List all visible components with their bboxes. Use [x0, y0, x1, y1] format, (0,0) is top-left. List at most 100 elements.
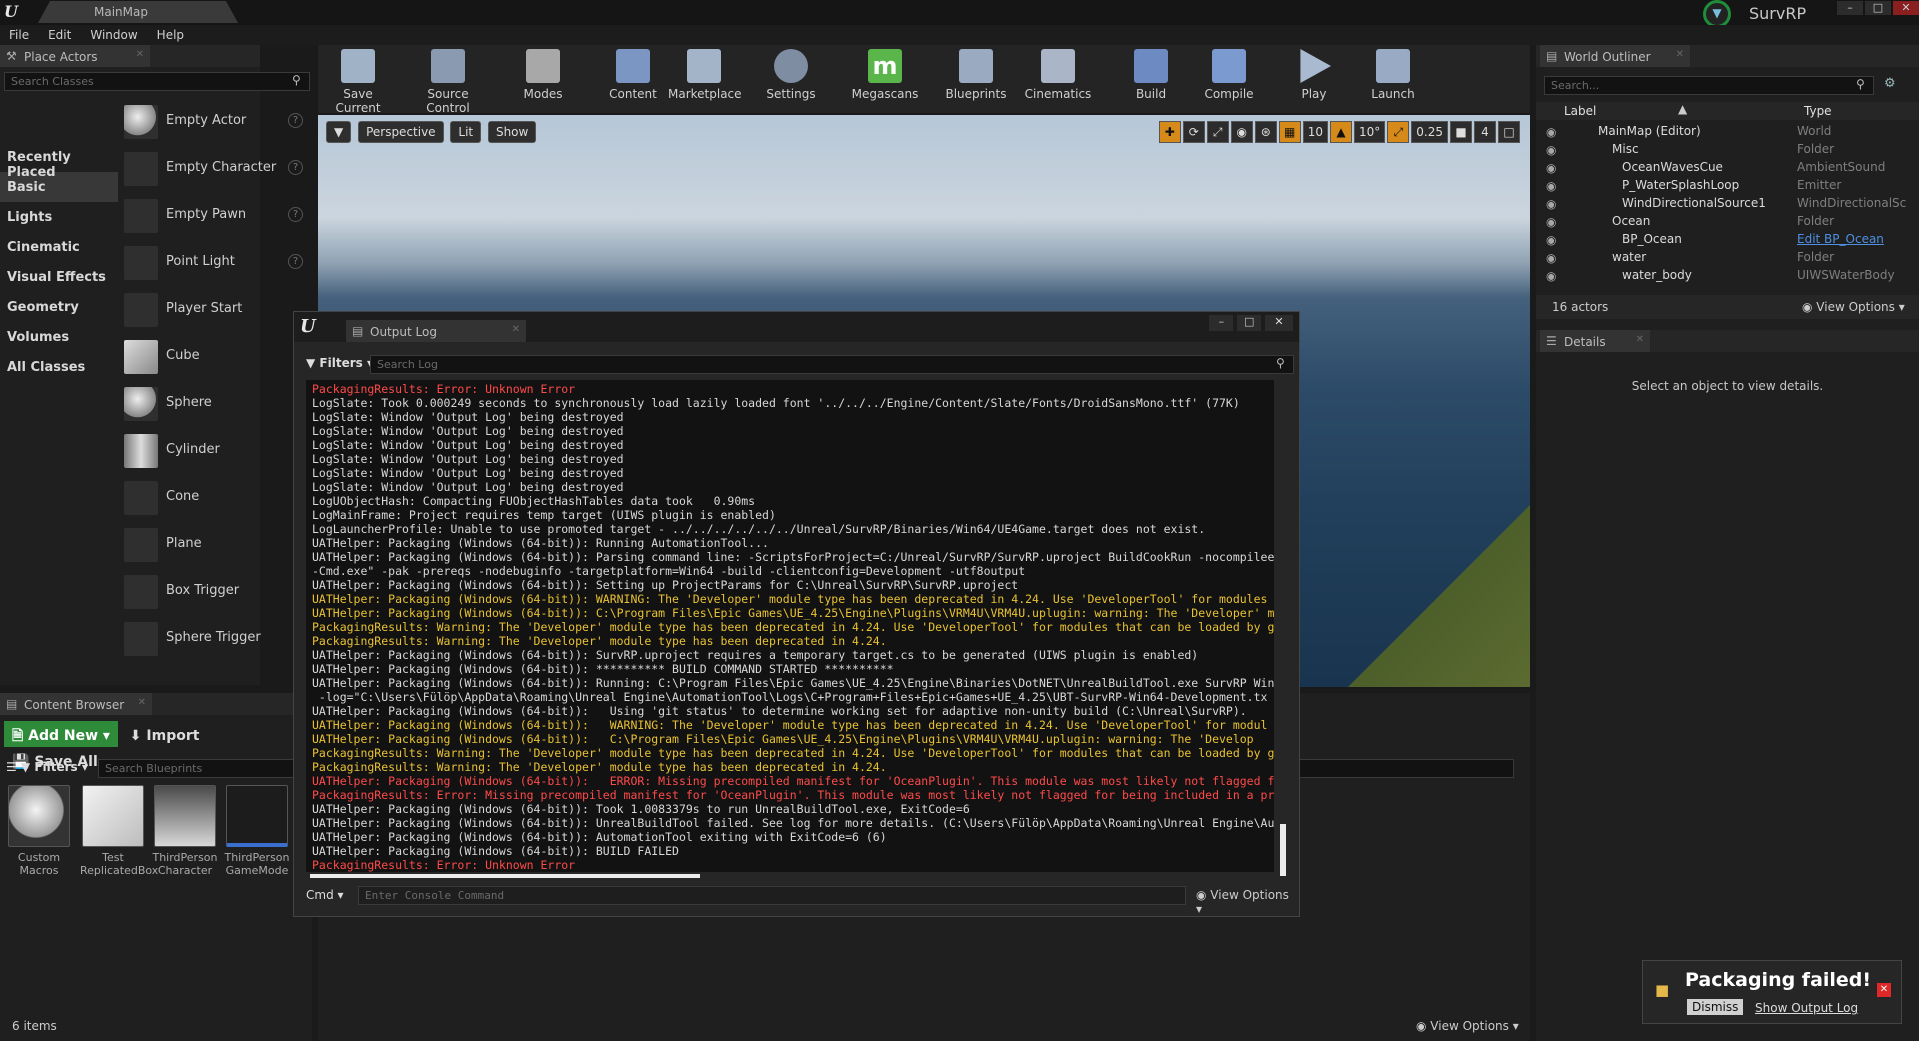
content-browser-tab[interactable]: ▤ Content Browser ✕ — [0, 693, 152, 715]
content-button[interactable]: Content — [608, 49, 658, 101]
rotation-snap-icon[interactable]: ▲ — [1330, 121, 1352, 143]
category-volumes[interactable]: Volumes — [0, 322, 118, 352]
actor-empty-actor[interactable]: Empty Actor? — [122, 101, 312, 145]
outliner-row[interactable]: ◉ BP_Ocean Edit BP_Ocean — [1536, 230, 1919, 248]
build-button[interactable]: Build — [1128, 49, 1174, 101]
place-actors-tab[interactable]: ⚒ Place Actors ✕ — [0, 45, 150, 67]
outliner-row[interactable]: ◉ water Folder — [1536, 248, 1919, 266]
actor-player-start[interactable]: Player Start — [122, 289, 312, 333]
blueprints-button[interactable]: Blueprints — [944, 49, 1008, 101]
show-output-log-link[interactable]: Show Output Log — [1755, 1001, 1858, 1015]
maximize-icon[interactable]: □ — [1865, 1, 1891, 15]
actor-point-light[interactable]: Point Light? — [122, 242, 312, 286]
search-classes-input[interactable]: Search Classes — [4, 72, 310, 91]
outliner-row[interactable]: ◉ OceanWavesCue AmbientSound — [1536, 158, 1919, 176]
world-outliner-tab[interactable]: ▤ World Outliner ✕ — [1540, 45, 1690, 67]
outliner-row[interactable]: ◉ P_WaterSplashLoop Emitter — [1536, 176, 1919, 194]
log-view-options[interactable]: ◉ View Options ▾ — [1196, 888, 1296, 916]
actor-empty-character[interactable]: Empty Character? — [122, 148, 312, 192]
outliner-row[interactable]: ◉ MainMap (Editor) World — [1536, 122, 1919, 140]
category-cinematic[interactable]: Cinematic — [0, 232, 118, 262]
tab-close-icon[interactable]: ✕ — [1676, 49, 1684, 60]
cinematics-button[interactable]: Cinematics — [1022, 49, 1094, 101]
outliner-row[interactable]: ◉ Ocean Folder — [1536, 212, 1919, 230]
help-icon[interactable]: ? — [288, 160, 303, 175]
log-horizontal-scrollbar[interactable] — [310, 874, 700, 878]
edit-bp-ocean-link[interactable]: Edit BP_Ocean — [1797, 232, 1884, 246]
actor-cone[interactable]: Cone — [122, 477, 312, 521]
show-button[interactable]: Show — [487, 121, 537, 143]
actor-plane[interactable]: Plane — [122, 524, 312, 568]
camera-speed-value[interactable]: 4 — [1474, 121, 1496, 143]
visibility-eye-icon[interactable]: ◉ — [1546, 197, 1556, 211]
tab-close-icon[interactable]: ✕ — [138, 697, 146, 708]
play-button[interactable]: Play — [1294, 49, 1334, 101]
category-visual-effects[interactable]: Visual Effects — [0, 262, 118, 292]
tab-close-icon[interactable]: ✕ — [512, 324, 520, 335]
outliner-row[interactable]: ◉ WindDirectionalSource1 WindDirectionalSc — [1536, 194, 1919, 212]
lit-button[interactable]: Lit — [450, 121, 482, 143]
category-lights[interactable]: Lights — [0, 202, 118, 232]
category-recently-placed[interactable]: Recently Placed — [0, 142, 118, 180]
map-tab[interactable]: MainMap — [38, 1, 238, 23]
save-current-button[interactable]: Save Current — [326, 49, 390, 115]
visibility-eye-icon[interactable]: ◉ — [1546, 125, 1556, 139]
rotation-snap-value[interactable]: 10° — [1354, 121, 1386, 143]
category-geometry[interactable]: Geometry — [0, 292, 118, 322]
add-new-button[interactable]: 🗎 Add New ▾ — [4, 721, 118, 747]
log-scrollbar[interactable] — [1280, 824, 1286, 876]
actor-cube[interactable]: Cube — [122, 336, 312, 380]
details-tab[interactable]: ☰ Details ✕ — [1540, 330, 1650, 352]
help-icon[interactable]: ? — [288, 207, 303, 222]
close-icon[interactable]: ✕ — [1893, 1, 1919, 15]
viewport-options-button[interactable]: ▼ — [326, 121, 352, 143]
actor-sphere[interactable]: Sphere — [122, 383, 312, 427]
outliner-search-input[interactable]: Search... — [1544, 76, 1874, 95]
visibility-eye-icon[interactable]: ◉ — [1546, 161, 1556, 175]
tab-close-icon[interactable]: ✕ — [136, 49, 144, 60]
tab-close-icon[interactable]: ✕ — [1636, 334, 1644, 345]
grid-snap-value[interactable]: 10 — [1302, 121, 1328, 143]
menu-help[interactable]: Help — [157, 28, 184, 42]
camera-speed-icon[interactable]: ■ — [1450, 121, 1472, 143]
import-button[interactable]: ⬇ Import — [122, 724, 208, 750]
asset-thirdperson-character[interactable]: ThirdPerson Character — [152, 785, 218, 877]
megascans-button[interactable]: m Megascans — [850, 49, 920, 101]
perspective-button[interactable]: Perspective — [358, 121, 444, 143]
source-control-button[interactable]: Source Control — [406, 49, 490, 115]
scale-snap-value[interactable]: 0.25 — [1411, 121, 1448, 143]
asset-thirdperson-gamemode[interactable]: ThirdPerson GameMode — [224, 785, 290, 877]
actor-box-trigger[interactable]: Box Trigger — [122, 571, 312, 615]
search-blueprints-input[interactable]: Search Blueprints — [98, 759, 312, 778]
filters-button[interactable]: ☰ ▼ Filters ▾ — [6, 760, 88, 774]
outliner-row[interactable]: ◉ water_body UIWSWaterBody — [1536, 266, 1919, 284]
minimize-icon[interactable]: – — [1837, 1, 1863, 15]
help-icon[interactable]: ? — [288, 113, 303, 128]
menu-window[interactable]: Window — [90, 28, 137, 42]
asset-custom-macros[interactable]: Custom Macros — [6, 785, 72, 877]
actor-cylinder[interactable]: Cylinder — [122, 430, 312, 474]
rotate-icon[interactable]: ⟳ — [1182, 121, 1205, 143]
visibility-eye-icon[interactable]: ◉ — [1546, 269, 1556, 283]
log-filters-button[interactable]: ▼ Filters ▾ — [306, 356, 373, 370]
log-text-area[interactable]: PackagingResults: Error: Unknown Error Lo… — [306, 380, 1274, 872]
translate-icon[interactable]: ✚ — [1158, 121, 1181, 143]
outliner-view-options[interactable]: ◉ View Options ▾ — [1802, 300, 1905, 314]
outliner-settings-icon[interactable]: ⚙ — [1884, 76, 1896, 91]
maximize-icon[interactable]: □ — [1237, 315, 1262, 331]
cmd-dropdown[interactable]: Cmd ▾ — [306, 888, 344, 902]
visibility-eye-icon[interactable]: ◉ — [1546, 233, 1556, 247]
scale-icon[interactable]: ⤢ — [1206, 121, 1229, 143]
asset-test-replicatedbox[interactable]: Test ReplicatedBox — [80, 785, 158, 877]
marketplace-button[interactable]: Marketplace — [668, 49, 742, 101]
maximize-viewport-icon[interactable]: □ — [1498, 121, 1520, 143]
console-command-input[interactable]: Enter Console Command — [358, 886, 1186, 905]
compile-button[interactable]: Compile — [1200, 49, 1258, 101]
visibility-eye-icon[interactable]: ◉ — [1546, 143, 1556, 157]
type-column-header[interactable]: Type — [1804, 104, 1832, 118]
launch-button[interactable]: Launch — [1368, 49, 1418, 101]
dismiss-button[interactable]: Dismiss — [1687, 999, 1744, 1015]
grid-snap-icon[interactable]: ▦ — [1278, 121, 1301, 143]
label-column-header[interactable]: Label — [1564, 104, 1596, 118]
actor-sphere-trigger[interactable]: Sphere Trigger — [122, 618, 312, 662]
